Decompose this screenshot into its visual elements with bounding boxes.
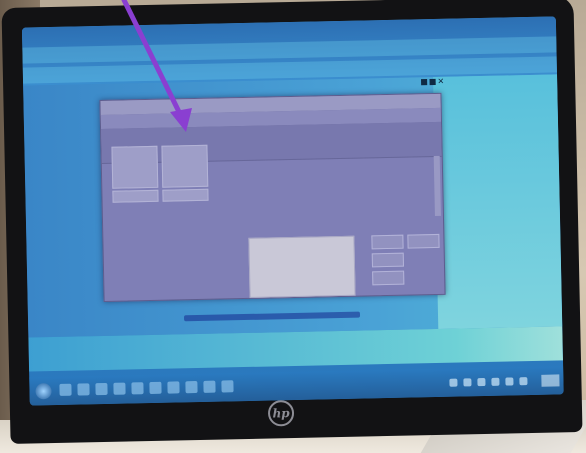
laptop-screen: ■■✕ (21, 16, 564, 406)
dialog-text-area[interactable] (248, 235, 356, 298)
dialog-tile-label-2 (162, 188, 209, 202)
laptop-bezel: ■■✕ hp (1, 0, 583, 444)
taskbar-app-icon[interactable] (131, 382, 144, 395)
dialog-tile-label-1 (112, 189, 159, 203)
dialog-tile-2[interactable] (161, 144, 209, 188)
dialog-tile-1[interactable] (111, 145, 159, 189)
hp-logo: hp (267, 400, 295, 427)
tray-icon[interactable] (449, 378, 458, 387)
taskbar-app-icon[interactable] (113, 382, 126, 395)
taskbar-app-icon[interactable] (149, 381, 162, 395)
dialog-button-4[interactable] (372, 270, 405, 286)
page-right-panel (433, 74, 563, 329)
dialog-scrollbar[interactable] (433, 155, 441, 217)
system-tray (449, 374, 560, 388)
window-controls[interactable]: ■■✕ (420, 77, 445, 87)
taskbar-app-icon[interactable] (59, 383, 72, 396)
taskbar-app-icon[interactable] (203, 380, 216, 393)
tray-icon[interactable] (491, 377, 500, 386)
tray-icon[interactable] (519, 377, 528, 386)
dialog-button-2[interactable] (407, 233, 440, 249)
dialog-button-3[interactable] (371, 252, 405, 268)
tray-clock[interactable] (541, 374, 560, 387)
taskbar-app-icon[interactable] (167, 381, 180, 394)
dialog-window (99, 92, 446, 302)
tray-icon[interactable] (505, 377, 514, 386)
taskbar-app-icon[interactable] (221, 380, 234, 393)
tray-icon[interactable] (477, 377, 486, 387)
tray-icon[interactable] (463, 378, 472, 387)
taskbar-app-icon[interactable] (95, 382, 108, 396)
dialog-button-1[interactable] (371, 234, 404, 250)
taskbar-app-icon[interactable] (185, 381, 198, 394)
taskbar-app-icon[interactable] (77, 383, 90, 396)
